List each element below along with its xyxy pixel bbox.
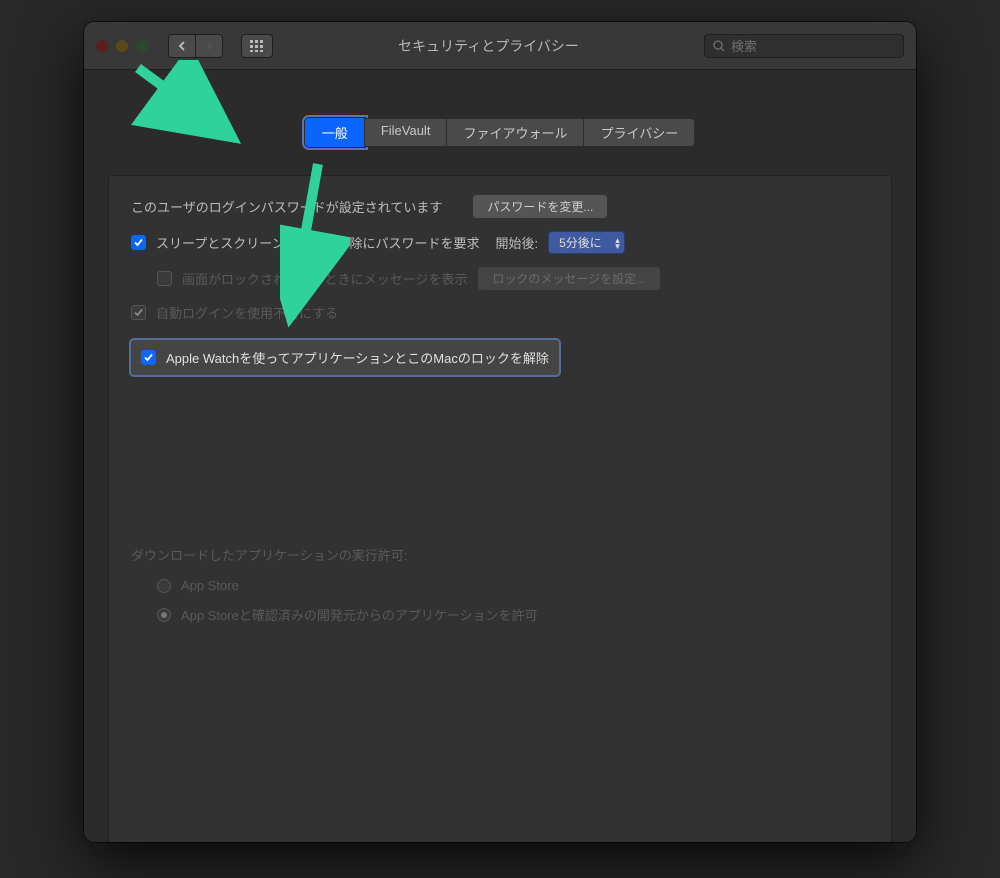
search-input[interactable]: 検索	[704, 34, 904, 58]
show-message-label: 画面がロックされているときにメッセージを表示	[182, 269, 467, 288]
tab-general[interactable]: 一般	[305, 118, 365, 147]
preferences-window: セキュリティとプライバシー 検索 一般 FileVault ファイアウォール プ…	[84, 22, 916, 842]
show-all-button[interactable]	[241, 34, 273, 58]
minimize-icon[interactable]	[116, 40, 128, 52]
search-icon	[713, 40, 725, 52]
allow-apps-header: ダウンロードしたアプリケーションの実行許可:	[131, 545, 407, 564]
disable-autologin-label: 自動ログインを使用不可にする	[156, 303, 338, 322]
allow-apps-appstore-label: App Store	[181, 578, 239, 593]
tab-privacy[interactable]: プライバシー	[583, 118, 695, 147]
tabbar: 一般 FileVault ファイアウォール プライバシー	[108, 118, 892, 147]
tab-firewall[interactable]: ファイアウォール	[446, 118, 584, 147]
titlebar: セキュリティとプライバシー 検索	[84, 22, 916, 70]
apple-watch-unlock-checkbox[interactable]	[141, 350, 156, 365]
forward-button[interactable]	[195, 34, 223, 58]
allow-apps-identified-label: App Storeと確認済みの開発元からのアプリケーションを許可	[181, 605, 538, 624]
change-password-button[interactable]: パスワードを変更...	[472, 194, 608, 219]
general-panel: このユーザのログインパスワードが設定されています パスワードを変更... スリー…	[108, 175, 892, 842]
disable-autologin-checkbox[interactable]	[131, 305, 146, 320]
require-password-after: 開始後:	[495, 233, 538, 252]
search-placeholder: 検索	[731, 36, 757, 55]
apple-watch-unlock-label: Apple Watchを使ってアプリケーションとこのMacのロックを解除	[166, 348, 549, 367]
apple-watch-unlock-row: Apple Watchを使ってアプリケーションとこのMacのロックを解除	[131, 340, 559, 375]
close-icon[interactable]	[96, 40, 108, 52]
zoom-icon[interactable]	[136, 40, 148, 52]
tab-filevault[interactable]: FileVault	[364, 118, 448, 147]
chevron-up-down-icon: ▴▾	[615, 237, 620, 249]
require-password-checkbox[interactable]	[131, 235, 146, 250]
set-lock-message-button[interactable]: ロックのメッセージを設定...	[477, 266, 661, 291]
login-password-status: このユーザのログインパスワードが設定されています	[131, 197, 442, 216]
traffic-lights	[96, 40, 148, 52]
show-message-checkbox[interactable]	[157, 271, 172, 286]
back-button[interactable]	[168, 34, 196, 58]
allow-apps-appstore-radio[interactable]	[157, 579, 171, 593]
window-title: セキュリティとプライバシー	[283, 36, 694, 56]
require-password-delay-select[interactable]: 5分後に ▴▾	[548, 231, 625, 254]
require-password-label: スリープとスクリーンセーバの解除にパスワードを要求	[156, 233, 479, 252]
allow-apps-identified-radio[interactable]	[157, 608, 171, 622]
